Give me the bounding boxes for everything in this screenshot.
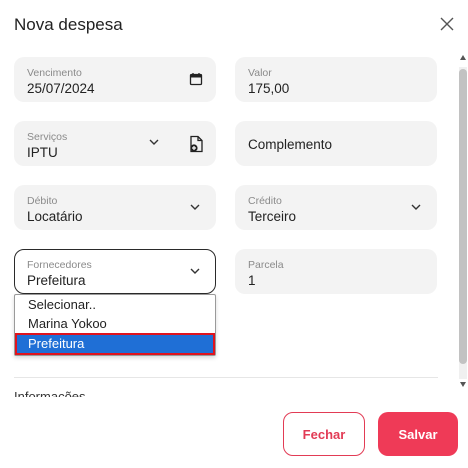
add-document-icon[interactable] xyxy=(189,135,204,153)
scroll-down-icon[interactable] xyxy=(460,382,466,387)
section-divider xyxy=(14,377,438,378)
fornecedores-value: Prefeitura xyxy=(27,273,86,288)
chevron-down-icon[interactable] xyxy=(148,138,160,146)
servicos-value: IPTU xyxy=(27,145,58,160)
fornecedores-label: Fornecedores xyxy=(27,259,92,271)
credito-field[interactable]: Crédito Terceiro xyxy=(235,185,437,230)
parcela-value: 1 xyxy=(248,273,256,288)
debito-value: Locatário xyxy=(27,209,83,224)
debito-label: Débito xyxy=(27,195,58,207)
scroll-up-icon[interactable] xyxy=(460,55,466,60)
chevron-down-icon[interactable] xyxy=(189,267,201,275)
valor-field[interactable]: Valor 175,00 xyxy=(235,57,437,102)
valor-label: Valor xyxy=(248,67,272,79)
modal-header: Nova despesa xyxy=(0,0,468,50)
servicos-field[interactable]: Serviços IPTU xyxy=(14,121,216,166)
complemento-placeholder: Complemento xyxy=(248,137,333,152)
scrollbar[interactable] xyxy=(458,55,468,395)
scroll-thumb[interactable] xyxy=(459,69,467,364)
close-icon[interactable] xyxy=(438,15,456,33)
complemento-field[interactable]: Complemento xyxy=(235,121,437,166)
debito-field[interactable]: Débito Locatário xyxy=(14,185,216,230)
modal-title: Nova despesa xyxy=(14,15,123,34)
parcela-label: Parcela xyxy=(248,259,284,271)
credito-value: Terceiro xyxy=(248,209,297,224)
fornecedores-dropdown-list: Selecionar.. Marina Yokoo Prefeitura xyxy=(14,294,216,356)
vencimento-label: Vencimento xyxy=(27,67,82,79)
servicos-label: Serviços xyxy=(27,131,68,143)
fornecedores-select[interactable]: Fornecedores Prefeitura xyxy=(14,249,216,294)
dropdown-option-selecionar[interactable]: Selecionar.. xyxy=(15,295,215,314)
chevron-down-icon[interactable] xyxy=(410,203,422,211)
chevron-down-icon[interactable] xyxy=(189,203,201,211)
dropdown-option-marina-yokoo[interactable]: Marina Yokoo xyxy=(15,314,215,333)
save-button[interactable]: Salvar xyxy=(378,412,458,456)
dropdown-option-prefeitura[interactable]: Prefeitura xyxy=(15,333,215,355)
calendar-icon[interactable] xyxy=(189,72,203,86)
partial-section-label: Informações xyxy=(14,389,86,397)
vencimento-value: 25/07/2024 xyxy=(27,81,95,96)
vencimento-field[interactable]: Vencimento 25/07/2024 xyxy=(14,57,216,102)
close-button[interactable]: Fechar xyxy=(283,412,365,456)
parcela-field[interactable]: Parcela 1 xyxy=(235,249,437,294)
valor-value: 175,00 xyxy=(248,81,290,96)
credito-label: Crédito xyxy=(248,195,282,207)
